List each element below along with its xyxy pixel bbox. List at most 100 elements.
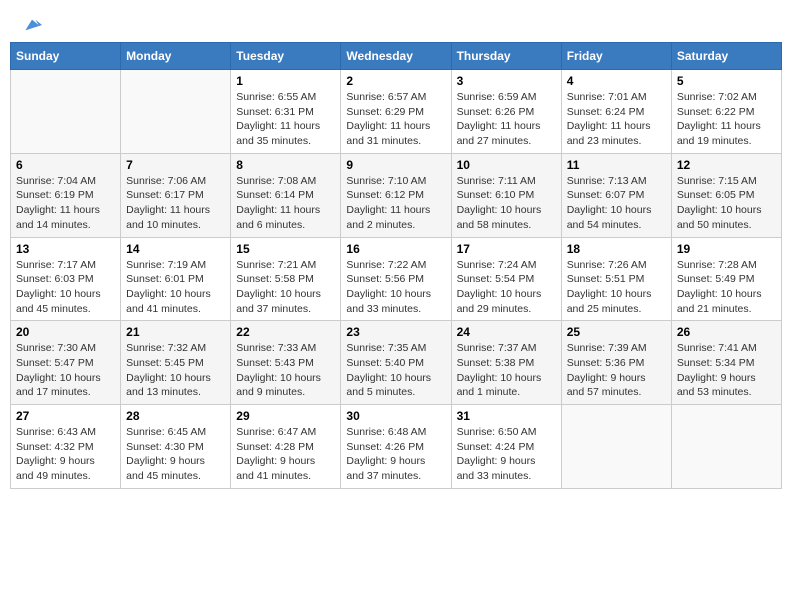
day-detail: Sunrise: 7:04 AM Sunset: 6:19 PM Dayligh… (16, 174, 115, 233)
day-detail: Sunrise: 7:37 AM Sunset: 5:38 PM Dayligh… (457, 341, 556, 400)
day-number: 2 (346, 74, 445, 88)
calendar-cell: 30 Sunrise: 6:48 AM Sunset: 4:26 PM Dayli… (341, 405, 451, 489)
calendar-week-row: 6 Sunrise: 7:04 AM Sunset: 6:19 PM Daylig… (11, 153, 782, 237)
day-detail: Sunrise: 7:10 AM Sunset: 6:12 PM Dayligh… (346, 174, 445, 233)
calendar-cell: 21 Sunrise: 7:32 AM Sunset: 5:45 PM Dayli… (121, 321, 231, 405)
calendar-week-row: 27Sunrise: 6:43 AM Sunset: 4:32 PM Dayli… (11, 405, 782, 489)
calendar-cell (121, 70, 231, 154)
calendar-cell: 3 Sunrise: 6:59 AM Sunset: 6:26 PM Daylig… (451, 70, 561, 154)
day-number: 17 (457, 242, 556, 256)
calendar-cell: 24 Sunrise: 7:37 AM Sunset: 5:38 PM Dayli… (451, 321, 561, 405)
calendar-cell: 4Sunrise: 7:01 AM Sunset: 6:24 PM Daylig… (561, 70, 671, 154)
day-number: 19 (677, 242, 776, 256)
day-detail: Sunrise: 6:57 AM Sunset: 6:29 PM Dayligh… (346, 90, 445, 149)
calendar-cell: 10 Sunrise: 7:11 AM Sunset: 6:10 PM Dayli… (451, 153, 561, 237)
day-number: 14 (126, 242, 225, 256)
calendar-cell: 25 Sunrise: 7:39 AM Sunset: 5:36 PM Dayli… (561, 321, 671, 405)
day-number: 5 (677, 74, 776, 88)
calendar-cell: 2 Sunrise: 6:57 AM Sunset: 6:29 PM Daylig… (341, 70, 451, 154)
day-number: 7 (126, 158, 225, 172)
day-number: 10 (457, 158, 556, 172)
day-number: 30 (346, 409, 445, 423)
day-detail: Sunrise: 7:41 AM Sunset: 5:34 PM Dayligh… (677, 341, 776, 400)
day-detail: Sunrise: 7:35 AM Sunset: 5:40 PM Dayligh… (346, 341, 445, 400)
calendar-cell: 7 Sunrise: 7:06 AM Sunset: 6:17 PM Daylig… (121, 153, 231, 237)
calendar-day-header: Wednesday (341, 43, 451, 70)
calendar-cell: 27Sunrise: 6:43 AM Sunset: 4:32 PM Dayli… (11, 405, 121, 489)
day-detail: Sunrise: 7:08 AM Sunset: 6:14 PM Dayligh… (236, 174, 335, 233)
calendar-cell: 11 Sunrise: 7:13 AM Sunset: 6:07 PM Dayli… (561, 153, 671, 237)
day-number: 27 (16, 409, 115, 423)
day-detail: Sunrise: 7:21 AM Sunset: 5:58 PM Dayligh… (236, 258, 335, 317)
day-detail: Sunrise: 6:50 AM Sunset: 4:24 PM Dayligh… (457, 425, 556, 484)
calendar-cell: 13 Sunrise: 7:17 AM Sunset: 6:03 PM Dayli… (11, 237, 121, 321)
day-number: 6 (16, 158, 115, 172)
day-number: 20 (16, 325, 115, 339)
day-detail: Sunrise: 6:47 AM Sunset: 4:28 PM Dayligh… (236, 425, 335, 484)
day-number: 11 (567, 158, 666, 172)
day-detail: Sunrise: 7:30 AM Sunset: 5:47 PM Dayligh… (16, 341, 115, 400)
day-number: 22 (236, 325, 335, 339)
day-detail: Sunrise: 7:24 AM Sunset: 5:54 PM Dayligh… (457, 258, 556, 317)
logo (20, 15, 42, 29)
day-detail: Sunrise: 6:59 AM Sunset: 6:26 PM Dayligh… (457, 90, 556, 149)
day-number: 25 (567, 325, 666, 339)
day-detail: Sunrise: 7:22 AM Sunset: 5:56 PM Dayligh… (346, 258, 445, 317)
calendar-day-header: Friday (561, 43, 671, 70)
day-detail: Sunrise: 7:15 AM Sunset: 6:05 PM Dayligh… (677, 174, 776, 233)
day-number: 21 (126, 325, 225, 339)
calendar-cell: 15 Sunrise: 7:21 AM Sunset: 5:58 PM Dayli… (231, 237, 341, 321)
calendar-cell (11, 70, 121, 154)
calendar-week-row: 1 Sunrise: 6:55 AM Sunset: 6:31 PM Daylig… (11, 70, 782, 154)
day-number: 28 (126, 409, 225, 423)
day-number: 9 (346, 158, 445, 172)
day-number: 8 (236, 158, 335, 172)
calendar-cell: 5 Sunrise: 7:02 AM Sunset: 6:22 PM Daylig… (671, 70, 781, 154)
calendar-cell: 1 Sunrise: 6:55 AM Sunset: 6:31 PM Daylig… (231, 70, 341, 154)
day-number: 3 (457, 74, 556, 88)
calendar-cell (561, 405, 671, 489)
calendar-cell: 20 Sunrise: 7:30 AM Sunset: 5:47 PM Dayli… (11, 321, 121, 405)
calendar-cell: 12 Sunrise: 7:15 AM Sunset: 6:05 PM Dayli… (671, 153, 781, 237)
calendar-cell: 9 Sunrise: 7:10 AM Sunset: 6:12 PM Daylig… (341, 153, 451, 237)
day-detail: Sunrise: 7:11 AM Sunset: 6:10 PM Dayligh… (457, 174, 556, 233)
day-detail: Sunrise: 6:55 AM Sunset: 6:31 PM Dayligh… (236, 90, 335, 149)
calendar-cell: 29Sunrise: 6:47 AM Sunset: 4:28 PM Dayli… (231, 405, 341, 489)
day-number: 13 (16, 242, 115, 256)
day-number: 1 (236, 74, 335, 88)
calendar-day-header: Sunday (11, 43, 121, 70)
calendar-week-row: 20 Sunrise: 7:30 AM Sunset: 5:47 PM Dayli… (11, 321, 782, 405)
calendar-table: SundayMondayTuesdayWednesdayThursdayFrid… (10, 42, 782, 489)
day-detail: Sunrise: 7:02 AM Sunset: 6:22 PM Dayligh… (677, 90, 776, 149)
day-number: 15 (236, 242, 335, 256)
calendar-day-header: Saturday (671, 43, 781, 70)
day-number: 24 (457, 325, 556, 339)
day-detail: Sunrise: 7:06 AM Sunset: 6:17 PM Dayligh… (126, 174, 225, 233)
calendar-cell: 8 Sunrise: 7:08 AM Sunset: 6:14 PM Daylig… (231, 153, 341, 237)
day-detail: Sunrise: 6:45 AM Sunset: 4:30 PM Dayligh… (126, 425, 225, 484)
day-number: 31 (457, 409, 556, 423)
day-detail: Sunrise: 7:17 AM Sunset: 6:03 PM Dayligh… (16, 258, 115, 317)
calendar-cell: 26 Sunrise: 7:41 AM Sunset: 5:34 PM Dayli… (671, 321, 781, 405)
day-detail: Sunrise: 7:32 AM Sunset: 5:45 PM Dayligh… (126, 341, 225, 400)
calendar-cell: 14 Sunrise: 7:19 AM Sunset: 6:01 PM Dayli… (121, 237, 231, 321)
calendar-cell: 31 Sunrise: 6:50 AM Sunset: 4:24 PM Dayli… (451, 405, 561, 489)
calendar-day-header: Thursday (451, 43, 561, 70)
day-number: 16 (346, 242, 445, 256)
day-number: 12 (677, 158, 776, 172)
day-detail: Sunrise: 7:33 AM Sunset: 5:43 PM Dayligh… (236, 341, 335, 400)
calendar-cell: 22 Sunrise: 7:33 AM Sunset: 5:43 PM Dayli… (231, 321, 341, 405)
calendar-cell: 17 Sunrise: 7:24 AM Sunset: 5:54 PM Dayli… (451, 237, 561, 321)
day-detail: Sunrise: 7:39 AM Sunset: 5:36 PM Dayligh… (567, 341, 666, 400)
calendar-header-row: SundayMondayTuesdayWednesdayThursdayFrid… (11, 43, 782, 70)
day-number: 23 (346, 325, 445, 339)
calendar-cell: 19 Sunrise: 7:28 AM Sunset: 5:49 PM Dayli… (671, 237, 781, 321)
day-detail: Sunrise: 6:48 AM Sunset: 4:26 PM Dayligh… (346, 425, 445, 484)
day-detail: Sunrise: 7:13 AM Sunset: 6:07 PM Dayligh… (567, 174, 666, 233)
day-detail: Sunrise: 7:28 AM Sunset: 5:49 PM Dayligh… (677, 258, 776, 317)
logo-icon (22, 15, 42, 35)
day-detail: Sunrise: 7:19 AM Sunset: 6:01 PM Dayligh… (126, 258, 225, 317)
calendar-cell: 16 Sunrise: 7:22 AM Sunset: 5:56 PM Dayli… (341, 237, 451, 321)
day-number: 26 (677, 325, 776, 339)
day-number: 18 (567, 242, 666, 256)
